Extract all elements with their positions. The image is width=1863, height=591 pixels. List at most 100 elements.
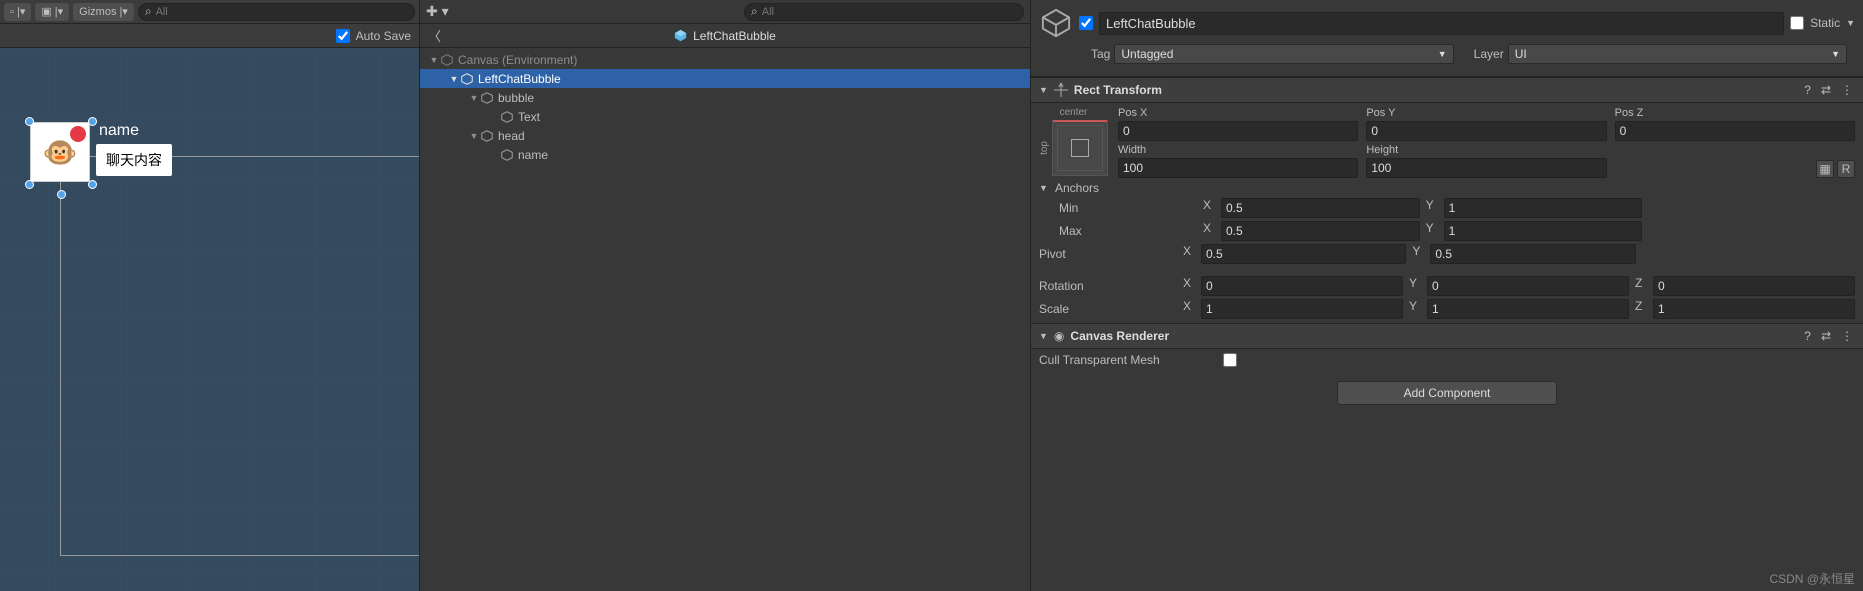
static-checkbox[interactable] (1790, 16, 1804, 30)
hierarchy-toolbar: ✚ ▾ ⌕ (420, 0, 1030, 24)
posy-input[interactable] (1366, 121, 1606, 141)
static-dropdown-icon[interactable]: ▼ (1846, 18, 1855, 28)
selection-handle[interactable] (88, 180, 97, 189)
gameobject-icon (500, 148, 514, 162)
min-label: Min (1059, 201, 1199, 215)
scale-label: Scale (1039, 302, 1179, 316)
scene-search-input[interactable] (156, 6, 408, 18)
pivot-x-input[interactable] (1201, 244, 1406, 264)
anchor-h-label: center (1060, 107, 1088, 118)
selection-handle[interactable] (25, 180, 34, 189)
tree-row-text[interactable]: Text (420, 107, 1030, 126)
height-label: Height (1366, 144, 1606, 156)
help-icon[interactable]: ? (1802, 81, 1813, 99)
pivot-y-input[interactable] (1430, 244, 1635, 264)
selection-handle[interactable] (25, 117, 34, 126)
anchor-max-y-input[interactable] (1444, 221, 1643, 241)
chatbubble-preview[interactable]: 🐵 name 聊天内容 (30, 122, 172, 182)
pivot-label: Pivot (1039, 247, 1179, 261)
canvas-renderer-body: Cull Transparent Mesh (1031, 349, 1863, 371)
rot-x-input[interactable] (1201, 276, 1403, 296)
tool-dropdown[interactable]: ▫ |▾ (4, 3, 31, 21)
tree-row-name[interactable]: name (420, 145, 1030, 164)
visibility-icon: ◉ (1054, 329, 1064, 343)
anchor-v-label: top (1039, 141, 1050, 155)
menu-icon[interactable]: ⋮ (1839, 81, 1855, 99)
cull-checkbox[interactable] (1223, 353, 1237, 367)
height-input[interactable] (1366, 158, 1606, 178)
tag-dropdown[interactable]: Untagged▼ (1114, 44, 1453, 64)
scene-search[interactable]: ⌕ (138, 3, 415, 21)
expand-icon[interactable]: ▼ (1039, 85, 1048, 95)
menu-icon[interactable]: ⋮ (1839, 327, 1855, 345)
gameobject-icon (480, 91, 494, 105)
camera-dropdown[interactable]: ▣ |▾ (35, 3, 69, 21)
component-title: Rect Transform (1074, 83, 1796, 97)
scale-z-input[interactable] (1653, 299, 1855, 319)
anchor-preset-button[interactable] (1052, 120, 1108, 176)
chatbubble-text: 聊天内容 (96, 144, 172, 176)
blueprint-mode-button[interactable]: ▦ (1816, 160, 1834, 178)
cull-label: Cull Transparent Mesh (1039, 353, 1219, 367)
create-dropdown[interactable]: ✚ ▾ (426, 3, 449, 20)
scale-y-input[interactable] (1427, 299, 1629, 319)
expand-icon[interactable]: ▼ (428, 55, 440, 65)
canvas-guide-rect (60, 156, 419, 556)
add-component-button[interactable]: Add Component (1337, 381, 1557, 405)
tree-label: LeftChatBubble (478, 72, 561, 86)
tree-row-head[interactable]: ▼ head (420, 126, 1030, 145)
scale-x-input[interactable] (1201, 299, 1403, 319)
hierarchy-search[interactable]: ⌕ (744, 3, 1024, 21)
search-icon: ⌕ (145, 4, 152, 19)
selection-handle[interactable] (88, 117, 97, 126)
tree-row-leftchatbubble[interactable]: ▼ LeftChatBubble (420, 69, 1030, 88)
autosave-label: Auto Save (356, 29, 411, 43)
posx-input[interactable] (1118, 121, 1358, 141)
expand-icon[interactable]: ▼ (468, 93, 480, 103)
expand-icon[interactable]: ▼ (1039, 331, 1048, 341)
gameobject-enabled-checkbox[interactable] (1079, 16, 1093, 30)
rot-z-input[interactable] (1653, 276, 1855, 296)
autosave-row: Auto Save (0, 24, 419, 48)
width-input[interactable] (1118, 158, 1358, 178)
posx-label: Pos X (1118, 107, 1358, 119)
component-title: Canvas Renderer (1070, 329, 1796, 343)
back-icon[interactable]: 〈 (428, 26, 441, 45)
gameobject-icon (440, 53, 454, 67)
gameobject-name-input[interactable] (1099, 12, 1784, 35)
posz-input[interactable] (1615, 121, 1855, 141)
selection-pivot[interactable] (57, 190, 66, 199)
preset-icon[interactable]: ⇄ (1819, 327, 1833, 345)
gameobject-icon (500, 110, 514, 124)
gameobject-icon[interactable] (1039, 6, 1073, 40)
avatar-image: 🐵 (30, 122, 90, 182)
hierarchy-search-input[interactable] (762, 6, 1017, 18)
tree-label: head (498, 129, 525, 143)
anchor-min-x-input[interactable] (1221, 198, 1420, 218)
layer-dropdown[interactable]: UI▼ (1508, 44, 1847, 64)
scene-view-panel: ▫ |▾ ▣ |▾ Gizmos |▾ ⌕ Auto Save 🐵 name 聊… (0, 0, 419, 591)
rect-transform-header[interactable]: ▼ Rect Transform ? ⇄ ⋮ (1031, 77, 1863, 103)
scene-viewport[interactable]: 🐵 name 聊天内容 (0, 48, 419, 591)
canvas-renderer-header[interactable]: ▼ ◉ Canvas Renderer ? ⇄ ⋮ (1031, 323, 1863, 349)
gameobject-icon (460, 72, 474, 86)
expand-icon[interactable]: ▼ (448, 74, 460, 84)
help-icon[interactable]: ? (1802, 327, 1813, 345)
expand-icon[interactable]: ▼ (1039, 183, 1051, 193)
hierarchy-tree: ▼ Canvas (Environment) ▼ LeftChatBubble … (420, 48, 1030, 591)
anchor-min-y-input[interactable] (1444, 198, 1643, 218)
rotation-label: Rotation (1039, 279, 1179, 293)
expand-icon[interactable]: ▼ (468, 131, 480, 141)
tree-label: Text (518, 110, 540, 124)
inspector-header: Static ▼ Tag Untagged▼ Layer UI▼ (1031, 0, 1863, 77)
raw-edit-button[interactable]: R (1837, 160, 1855, 178)
autosave-checkbox[interactable] (336, 29, 350, 43)
tree-row-bubble[interactable]: ▼ bubble (420, 88, 1030, 107)
anchor-max-x-input[interactable] (1221, 221, 1420, 241)
tree-row-canvas[interactable]: ▼ Canvas (Environment) (420, 50, 1030, 69)
rot-y-input[interactable] (1427, 276, 1629, 296)
tree-label: Canvas (Environment) (458, 53, 577, 67)
gizmos-dropdown[interactable]: Gizmos |▾ (73, 3, 134, 21)
hierarchy-header-title: LeftChatBubble (693, 29, 776, 43)
preset-icon[interactable]: ⇄ (1819, 81, 1833, 99)
